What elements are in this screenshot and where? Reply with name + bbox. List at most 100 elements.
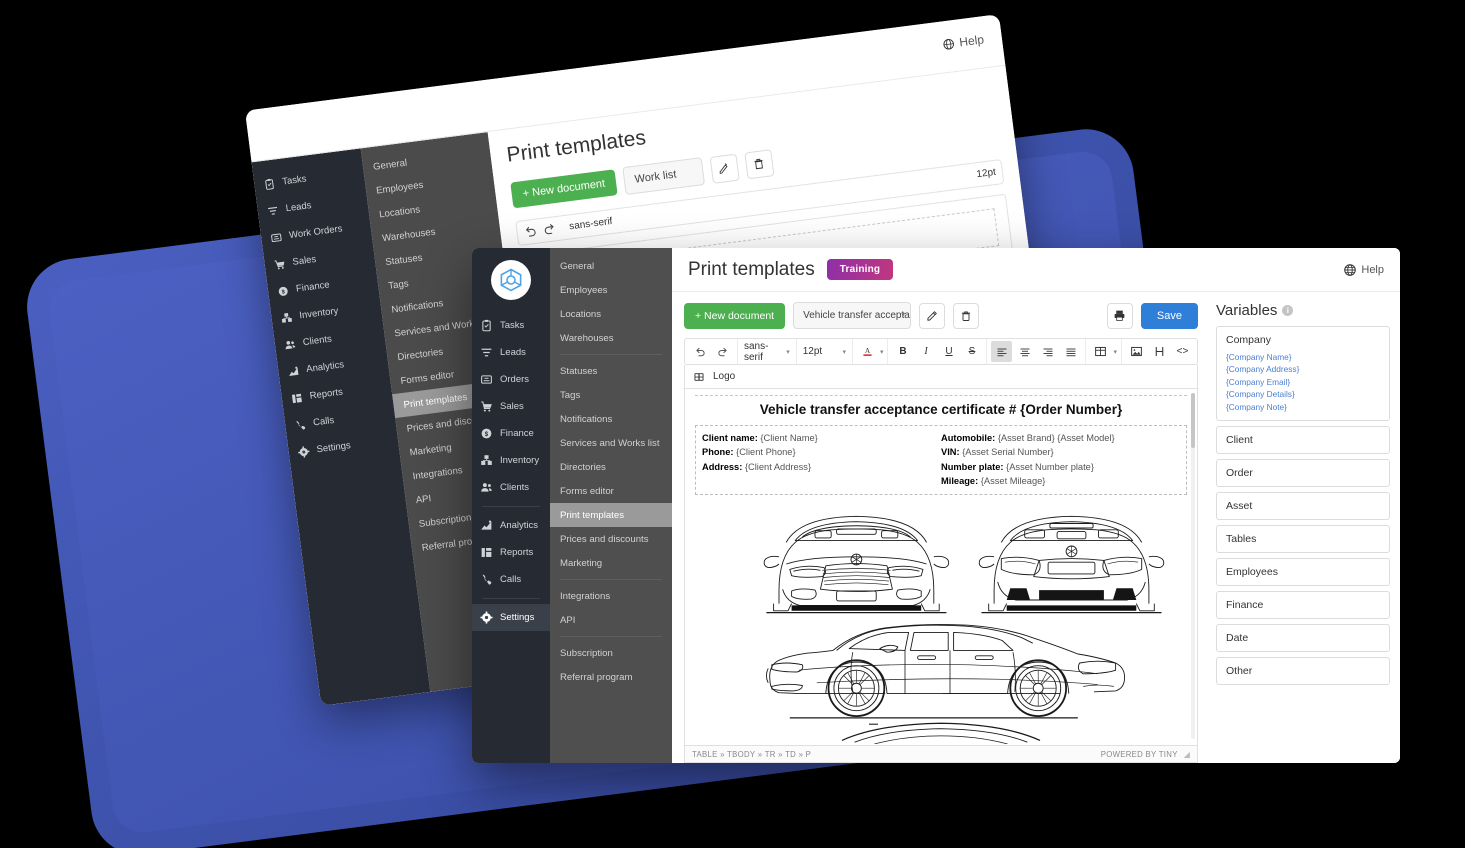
logo-row[interactable]: Logo <box>684 365 1198 389</box>
sidebar-item-calls[interactable]: Calls <box>472 566 550 593</box>
font-size-select[interactable]: 12pt ▾ <box>797 339 853 364</box>
redo-icon[interactable] <box>543 222 558 237</box>
cart-icon <box>481 401 492 412</box>
submenu-item-marketing[interactable]: Marketing <box>550 551 672 575</box>
document-select[interactable]: Vehicle transfer acceptance ▾ <box>793 302 912 329</box>
help-button[interactable]: Help <box>1344 264 1384 276</box>
screenshot-root: Help Tasks Leads Work Orders Sales $ Finance I… <box>0 0 1465 848</box>
variable-card-date[interactable]: Date <box>1216 624 1390 653</box>
boxes-icon <box>481 455 492 465</box>
variable-card-tables[interactable]: Tables <box>1216 525 1390 554</box>
insert-group: <> <box>1122 339 1197 364</box>
submenu-item-prices-and-discounts[interactable]: Prices and discounts <box>550 527 672 551</box>
variable-card-other[interactable]: Other <box>1216 657 1390 686</box>
submenu-item-employees[interactable]: Employees <box>550 278 672 302</box>
brand-logo[interactable] <box>491 260 531 300</box>
canvas-scrollbar-thumb[interactable] <box>1191 393 1195 448</box>
delete-button[interactable] <box>953 302 980 329</box>
back-document-select[interactable]: Work list <box>622 157 705 196</box>
submenu-item-general[interactable]: General <box>550 254 672 278</box>
sidebar-item-clients[interactable]: Clients <box>472 474 550 501</box>
variable-token[interactable]: {Company Name} <box>1226 351 1380 363</box>
new-document-button[interactable]: + New document <box>684 302 786 329</box>
variable-card-client[interactable]: Client <box>1216 426 1390 455</box>
info-field: Client name: {Client Name} <box>702 431 941 445</box>
text-color-icon: A <box>863 346 872 356</box>
variable-card-employees[interactable]: Employees <box>1216 558 1390 587</box>
font-family-value: sans-serif <box>744 340 769 363</box>
sidebar-item-finance[interactable]: $ Finance <box>472 420 550 447</box>
variable-token[interactable]: {Company Email} <box>1226 376 1380 388</box>
variable-token[interactable]: {Company Details} <box>1226 388 1380 400</box>
status-badge[interactable]: Training <box>826 259 894 280</box>
submenu-item-api[interactable]: API <box>550 608 672 632</box>
strikethrough-button[interactable]: S <box>961 341 982 362</box>
chevron-down-icon[interactable]: ▾ <box>880 348 884 356</box>
submenu-item-integrations[interactable]: Integrations <box>550 584 672 608</box>
align-center-button[interactable] <box>1014 341 1035 362</box>
align-right-button[interactable] <box>1037 341 1058 362</box>
italic-button[interactable]: I <box>915 341 936 362</box>
submenu-item-subscription[interactable]: Subscription <box>550 641 672 665</box>
undo-button[interactable] <box>689 341 710 362</box>
back-delete-button[interactable] <box>744 148 775 179</box>
variable-token[interactable]: {Company Note} <box>1226 401 1380 413</box>
align-justify-button[interactable] <box>1060 341 1081 362</box>
sidebar-item-settings[interactable]: Settings <box>472 604 550 631</box>
page-break-icon <box>1155 347 1164 356</box>
back-new-document-button[interactable]: + New document <box>510 169 618 209</box>
variable-card-asset[interactable]: Asset <box>1216 492 1390 521</box>
table-button[interactable] <box>1090 341 1111 362</box>
sidebar-item-analytics[interactable]: Analytics <box>472 512 550 539</box>
info-icon[interactable]: i <box>1282 305 1294 316</box>
back-font-size[interactable]: 12pt <box>976 167 997 180</box>
variable-token[interactable]: {Company Address} <box>1226 363 1380 375</box>
source-code-button[interactable]: <> <box>1172 341 1193 362</box>
back-edit-button[interactable] <box>709 153 740 184</box>
print-button[interactable] <box>1106 302 1133 329</box>
sidebar-item-tasks[interactable]: Tasks <box>472 312 550 339</box>
submenu-item-services-and-works-list[interactable]: Services and Works list <box>550 431 672 455</box>
align-left-button[interactable] <box>991 341 1013 362</box>
sidebar-item-reports[interactable]: Reports <box>472 539 550 566</box>
submenu-item-warehouses[interactable]: Warehouses <box>550 326 672 350</box>
submenu-item-locations[interactable]: Locations <box>550 302 672 326</box>
back-sidebar-item-label: Analytics <box>305 359 345 375</box>
submenu-item-statuses[interactable]: Statuses <box>550 359 672 383</box>
bold-button[interactable]: B <box>892 341 913 362</box>
info-field-value: {Client Address} <box>744 461 812 472</box>
edit-button[interactable] <box>919 302 946 329</box>
undo-icon <box>695 347 705 356</box>
submenu-item-print-templates[interactable]: Print templates <box>550 503 672 527</box>
page-break-button[interactable] <box>1149 341 1170 362</box>
chevron-down-icon[interactable]: ▾ <box>1113 348 1117 356</box>
submenu-item-notifications[interactable]: Notifications <box>550 407 672 431</box>
redo-button[interactable] <box>712 341 733 362</box>
text-color-button[interactable]: A <box>857 341 878 362</box>
document-canvas[interactable]: Vehicle transfer acceptance certificate … <box>684 389 1198 746</box>
back-font-family[interactable]: sans-serif <box>569 216 613 232</box>
info-field-value: {Client Name} <box>760 433 818 443</box>
resize-handle-icon[interactable]: ◢ <box>1184 750 1190 759</box>
back-help-button[interactable]: Help <box>943 32 985 51</box>
save-button[interactable]: Save <box>1140 302 1198 329</box>
submenu-item-directories[interactable]: Directories <box>550 455 672 479</box>
submenu-item-referral-program[interactable]: Referral program <box>550 665 672 689</box>
sidebar-item-leads[interactable]: Leads <box>472 339 550 366</box>
phone-icon <box>295 420 305 430</box>
image-button[interactable] <box>1126 341 1147 362</box>
sidebar-item-label: Inventory <box>500 455 540 466</box>
variable-card-company[interactable]: Company {Company Name} {Company Address} {C… <box>1216 326 1390 422</box>
sidebar-item-inventory[interactable]: Inventory <box>472 447 550 474</box>
report-icon <box>289 391 304 406</box>
sidebar-item-sales[interactable]: Sales <box>472 393 550 420</box>
submenu-item-tags[interactable]: Tags <box>550 383 672 407</box>
variable-card-finance[interactable]: Finance <box>1216 591 1390 620</box>
variable-card-order[interactable]: Order <box>1216 459 1390 488</box>
font-family-select[interactable]: sans-serif ▾ <box>738 339 797 364</box>
sidebar-item-orders[interactable]: Orders <box>472 366 550 393</box>
submenu-item-forms-editor[interactable]: Forms editor <box>550 479 672 503</box>
undo-icon[interactable] <box>523 225 538 240</box>
image-icon <box>1131 346 1142 357</box>
underline-button[interactable]: U <box>938 341 959 362</box>
